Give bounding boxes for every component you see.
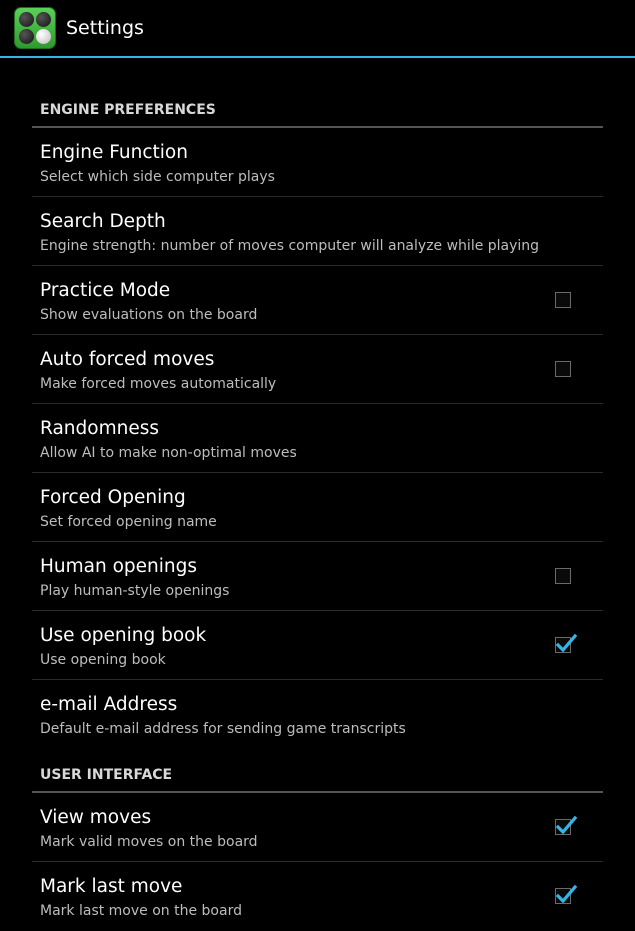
category-header-engine-preferences: ENGINE PREFERENCES bbox=[32, 58, 603, 128]
checkmark-icon bbox=[555, 633, 577, 653]
category-header-user-interface: USER INTERFACE bbox=[32, 749, 603, 793]
pref-title: Randomness bbox=[40, 418, 159, 439]
pref-summary: Allow AI to make non-optimal moves bbox=[40, 445, 297, 461]
pref-summary: Select which side computer plays bbox=[40, 169, 275, 185]
action-bar: Settings bbox=[0, 0, 635, 58]
pref-title: Mark last move bbox=[40, 876, 183, 897]
pref-title: Auto forced moves bbox=[40, 349, 215, 370]
pref-summary: Play human-style openings bbox=[40, 583, 230, 599]
use-opening-book-checkbox[interactable] bbox=[555, 633, 577, 653]
pref-title: Engine Function bbox=[40, 142, 188, 163]
pref-view-moves[interactable]: View moves Mark valid moves on the board bbox=[32, 793, 603, 862]
pref-practice-mode[interactable]: Practice Mode Show evaluations on the bo… bbox=[32, 266, 603, 335]
pref-summary: Make forced moves automatically bbox=[40, 376, 277, 392]
pref-forced-opening[interactable]: Forced Opening Set forced opening name bbox=[32, 473, 603, 542]
practice-mode-checkbox[interactable] bbox=[555, 292, 571, 308]
pref-summary: Use opening book bbox=[40, 652, 166, 668]
pref-randomness[interactable]: Randomness Allow AI to make non-optimal … bbox=[32, 404, 603, 473]
black-disc-icon bbox=[19, 12, 34, 27]
black-disc-icon bbox=[36, 12, 51, 27]
pref-search-depth[interactable]: Search Depth Engine strength: number of … bbox=[32, 197, 603, 266]
pref-engine-function[interactable]: Engine Function Select which side comput… bbox=[32, 128, 603, 197]
reversi-board-icon[interactable] bbox=[14, 7, 56, 49]
pref-title: e-mail Address bbox=[40, 694, 178, 715]
pref-email-address[interactable]: e-mail Address Default e-mail address fo… bbox=[32, 680, 603, 749]
mark-last-move-checkbox[interactable] bbox=[555, 884, 577, 904]
pref-use-opening-book[interactable]: Use opening book Use opening book bbox=[32, 611, 603, 680]
pref-summary: Show evaluations on the board bbox=[40, 307, 258, 323]
black-disc-icon bbox=[19, 29, 34, 44]
pref-title: Practice Mode bbox=[40, 280, 171, 301]
pref-summary: Set forced opening name bbox=[40, 514, 217, 530]
pref-human-openings[interactable]: Human openings Play human-style openings bbox=[32, 542, 603, 611]
pref-title: Forced Opening bbox=[40, 487, 186, 508]
pref-mark-last-move[interactable]: Mark last move Mark last move on the boa… bbox=[32, 862, 603, 931]
pref-summary: Mark valid moves on the board bbox=[40, 834, 258, 850]
pref-title: Human openings bbox=[40, 556, 198, 577]
view-moves-checkbox[interactable] bbox=[555, 815, 577, 835]
checkmark-icon bbox=[555, 884, 577, 904]
pref-title: Use opening book bbox=[40, 625, 207, 646]
settings-list: ENGINE PREFERENCES Engine Function Selec… bbox=[32, 58, 603, 931]
pref-title: View moves bbox=[40, 807, 152, 828]
auto-forced-moves-checkbox[interactable] bbox=[555, 361, 571, 377]
page-title: Settings bbox=[66, 17, 144, 39]
pref-auto-forced-moves[interactable]: Auto forced moves Make forced moves auto… bbox=[32, 335, 603, 404]
human-openings-checkbox[interactable] bbox=[555, 568, 571, 584]
pref-title: Search Depth bbox=[40, 211, 166, 232]
pref-summary: Engine strength: number of moves compute… bbox=[40, 238, 540, 254]
pref-summary: Mark last move on the board bbox=[40, 903, 242, 919]
white-disc-icon bbox=[36, 29, 51, 44]
checkmark-icon bbox=[555, 815, 577, 835]
pref-summary: Default e-mail address for sending game … bbox=[40, 721, 406, 737]
